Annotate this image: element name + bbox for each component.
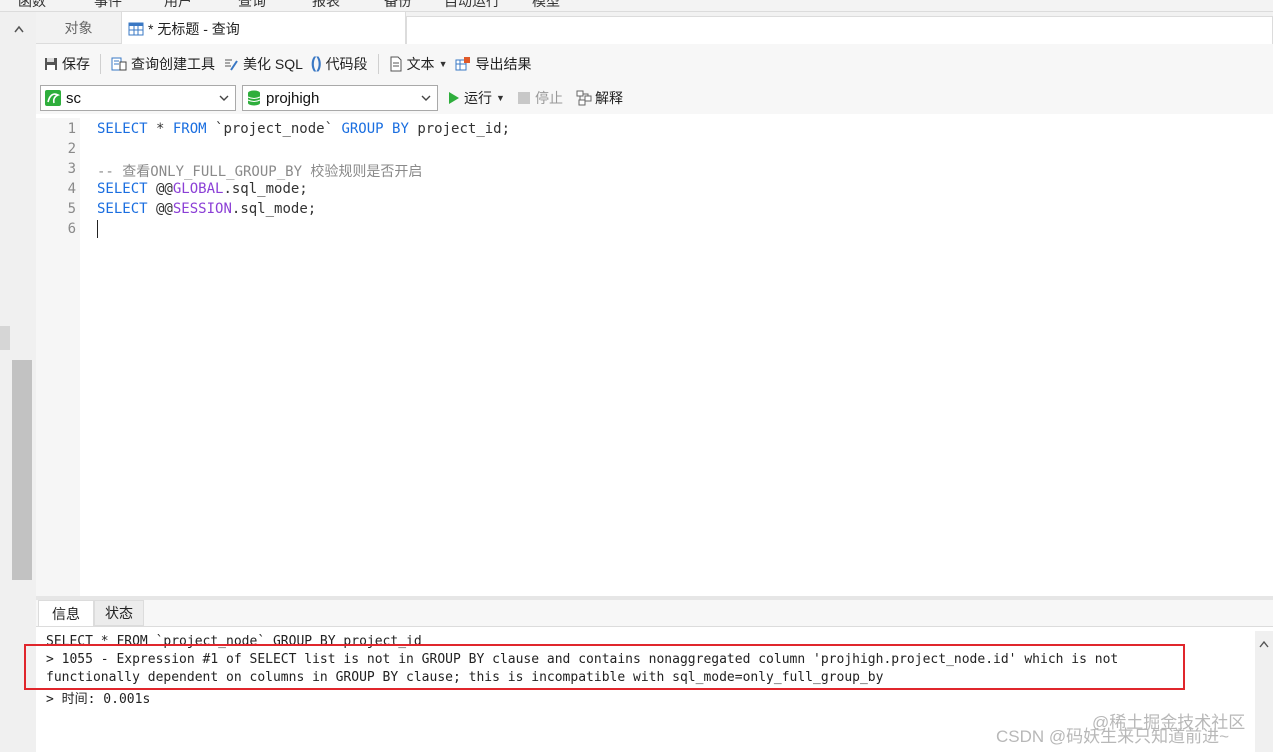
explain-label: 解释 [595,90,623,106]
line-number: 2 [67,141,76,157]
table-icon [128,22,144,36]
line-number-gutter: 1 2 3 4 5 6 [36,118,80,596]
tab-bar: 对象 * 无标题 - 查询 [36,12,1273,45]
watermark-csdn: CSDN @码妖生来只知道前进~ [996,727,1230,746]
parentheses-icon: () [310,55,322,72]
error-highlight-box [24,644,1185,690]
menu-backup[interactable]: 备份 [384,0,412,11]
menu-models[interactable]: 模型 [532,0,560,11]
tab-objects-label: 对象 [64,20,93,36]
beautify-sql-button[interactable]: 美化 SQL [219,51,307,77]
sql-keyword: GROUP BY [341,121,409,137]
code-line-3-comment: -- 查看ONLY_FULL_GROUP_BY 校验规则是否开启 [97,164,423,180]
sql-text: project_id; [408,121,511,137]
tab-status-label: 状态 [105,605,133,621]
sql-text: .sql_mode; [223,181,308,197]
chevron-down-icon [420,91,432,108]
code-line-5: SELECT @@SESSION.sql_mode; [97,201,316,217]
database-value: projhigh [266,89,320,107]
code-line-4: SELECT @@GLOBAL.sql_mode; [97,181,308,197]
sql-keyword: SELECT [97,201,148,217]
export-results-button[interactable]: 导出结果 [451,51,535,77]
menu-events[interactable]: 事件 [94,0,122,11]
tab-info-label: 信息 [52,605,80,622]
export-icon [455,56,471,72]
toolbar-divider [377,54,379,74]
beautify-sql-label: 美化 SQL [243,56,303,72]
stop-button[interactable]: 停止 [518,85,563,111]
text-mode-dropdown[interactable]: 文本 ▼ [385,51,452,77]
tab-info[interactable]: 信息 [38,600,94,626]
mysql-connection-icon [45,90,61,106]
toolbar-divider [100,54,101,74]
sql-text: .sql_mode; [231,201,317,217]
scroll-marker [0,326,10,350]
text-mode-label: 文本 [406,56,435,72]
save-button[interactable]: 保存 [40,51,94,77]
chevron-up-icon[interactable] [14,20,24,33]
line-number: 5 [67,201,76,217]
chevron-up-icon[interactable] [1259,635,1269,651]
floppy-disk-icon [44,57,58,71]
line-number: 1 [67,121,76,137]
scrollbar-thumb[interactable] [12,360,32,580]
caret-down-icon[interactable]: ▼ [496,93,505,103]
sql-text: @@ [147,201,173,217]
query-builder-icon [111,56,127,72]
code-snippet-button[interactable]: () 代码段 [307,51,372,77]
message-time-line: > 时间: 0.001s [46,692,151,707]
export-results-label: 导出结果 [475,56,532,72]
magic-wand-icon [223,56,239,72]
menu-automation[interactable]: 自动运行 [444,0,500,11]
connection-bar: sc projhigh 运行 ▼ 停止 解释 [36,84,1273,114]
menubar: 函数 事件 用户 查询 报表 备份 自动运行 模型 [0,0,1273,12]
stop-label: 停止 [535,90,563,106]
sql-system-variable: SESSION [172,201,232,217]
query-builder-button[interactable]: 查询创建工具 [107,51,219,77]
text-cursor [97,220,98,238]
run-label: 运行 [464,90,492,106]
line-number: 4 [67,181,76,197]
menu-functions[interactable]: 函数 [18,0,46,11]
document-icon [389,56,403,72]
line-number: 3 [67,161,76,177]
tab-query-label: * 无标题 - 查询 [148,20,240,37]
query-builder-label: 查询创建工具 [131,56,215,72]
code-line-1: SELECT * FROM `project_node` GROUP BY pr… [97,121,510,137]
sql-editor[interactable]: 1 2 3 4 5 6 SELECT * FROM `project_node`… [36,118,1273,596]
sql-keyword: SELECT [97,181,148,197]
menu-users[interactable]: 用户 [164,0,192,11]
menu-reports[interactable]: 报表 [312,0,340,11]
explain-button[interactable]: 解释 [576,85,623,111]
tab-query[interactable]: * 无标题 - 查询 [122,12,406,45]
caret-down-icon: ▼ [438,59,448,69]
code-snippet-label: 代码段 [325,56,368,72]
stop-icon [518,92,530,104]
sql-text: @@ [147,181,173,197]
sql-keyword: SELECT [97,121,148,137]
tab-status[interactable]: 状态 [94,600,144,626]
tab-objects[interactable]: 对象 [36,12,122,44]
result-scrollbar[interactable] [1255,631,1273,752]
connection-value: sc [66,89,81,107]
left-panel-scroll [0,12,36,752]
line-number: 6 [67,221,76,237]
sql-keyword: FROM [172,121,207,137]
sql-system-variable: GLOBAL [172,181,224,197]
save-label: 保存 [62,56,90,72]
database-icon [247,90,261,106]
navicat-query-window: 函数 事件 用户 查询 报表 备份 自动运行 模型 对象 * 无标题 - 查询 [0,0,1273,752]
sql-text: `project_node` [206,121,342,137]
toolbar: 保存 查询创建工具 美化 SQL () 代码段 文本 ▼ 导出结果 [36,44,1273,84]
explain-icon [576,90,592,106]
connection-select[interactable]: sc [40,85,236,111]
tab-bar-empty [406,16,1273,44]
menu-queries[interactable]: 查询 [238,0,266,11]
play-icon [448,91,460,105]
run-button[interactable]: 运行 ▼ [448,85,505,111]
database-select[interactable]: projhigh [242,85,438,111]
sql-text: * [147,121,173,137]
chevron-down-icon [218,91,230,108]
